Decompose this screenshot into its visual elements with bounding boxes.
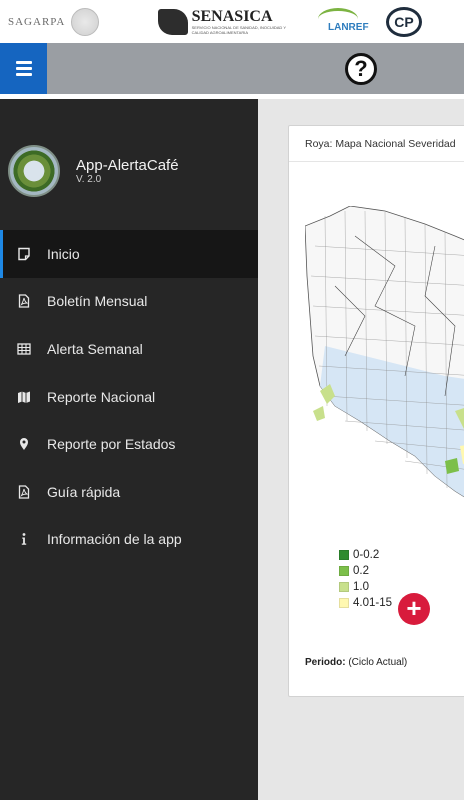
pdf-icon [0, 294, 47, 309]
app-header: App-AlertaCafé V. 2.0 [8, 145, 179, 197]
sidebar-item-guia-rapida[interactable]: Guía rápida [0, 468, 258, 516]
severity-map [305, 206, 464, 498]
sidebar-item-alerta-semanal[interactable]: Alerta Semanal [0, 325, 258, 373]
app-title: App-AlertaCafé [76, 157, 179, 174]
sidebar-item-label: Reporte Nacional [47, 388, 156, 405]
logos-banner: SAGARPA SENASICA SERVICIO NACIONAL DE SA… [0, 0, 464, 43]
zoom-in-button[interactable]: + [398, 593, 430, 625]
cp-wordmark: CP [394, 13, 414, 30]
sidebar-item-label: Guía rápida [47, 483, 121, 500]
legend-swatch [339, 566, 349, 576]
table-icon [0, 342, 47, 356]
sidebar-item-informacion[interactable]: Información de la app [0, 516, 258, 564]
info-icon [0, 532, 47, 546]
map-marker-icon [0, 437, 47, 451]
senasica-subtitle: SERVICIO NACIONAL DE SANIDAD, INOCUIDAD … [191, 24, 286, 35]
map-card: Roya: Mapa Nacional Severidad 0-0.2 0.2 … [288, 125, 464, 697]
sagarpa-wordmark: SAGARPA [8, 15, 66, 28]
legend-item: 0-0.2 [339, 547, 392, 563]
legend-swatch [339, 582, 349, 592]
lanref-wordmark: LANREF [328, 21, 369, 33]
legend-label: 4.01-15 [353, 597, 393, 609]
app-logo-icon [8, 145, 60, 197]
sidebar-nav: Inicio Boletín Mensual Alerta Semanal Re… [0, 230, 258, 563]
sidebar-item-label: Inicio [47, 245, 80, 262]
pdf-icon [0, 485, 47, 499]
sidebar-item-boletin-mensual[interactable]: Boletín Mensual [0, 278, 258, 326]
main-content: Roya: Mapa Nacional Severidad 0-0.2 0.2 … [258, 99, 464, 800]
sidebar-item-label: Boletín Mensual [47, 293, 148, 310]
app-version: V. 2.0 [76, 174, 102, 185]
legend-label: 0.2 [353, 565, 369, 577]
period-label: Periodo: [305, 657, 346, 668]
legend-item: 0.2 [339, 563, 392, 579]
hamburger-icon [15, 58, 32, 79]
help-button[interactable]: ? [345, 53, 377, 85]
note-icon [0, 247, 47, 261]
cp-logo: CP [386, 6, 422, 37]
legend-label: 1.0 [353, 581, 369, 593]
legend-swatch [339, 550, 349, 560]
period-info: Periodo: (Ciclo Actual) [305, 657, 407, 668]
sidebar-item-label: Información de la app [47, 531, 182, 548]
legend-item: 1.0 [339, 579, 392, 595]
legend-label: 0-0.2 [353, 549, 380, 561]
toolbar: ? [0, 43, 464, 94]
card-title: Roya: Mapa Nacional Severidad [289, 126, 464, 162]
map-icon [0, 390, 47, 404]
senasica-emblem-icon [158, 8, 188, 35]
mexico-seal-icon [71, 7, 100, 36]
senasica-wordmark: SENASICA [191, 7, 273, 25]
sidebar: App-AlertaCafé V. 2.0 Inicio Boletín Men… [0, 99, 258, 800]
senasica-logo: SENASICA SERVICIO NACIONAL DE SANIDAD, I… [158, 7, 304, 35]
plus-icon: + [406, 593, 422, 623]
period-value: (Ciclo Actual) [348, 657, 408, 668]
sagarpa-logo: SAGARPA [8, 7, 150, 36]
help-icon: ? [354, 56, 368, 81]
sidebar-item-reporte-nacional[interactable]: Reporte Nacional [0, 373, 258, 421]
sidebar-item-reporte-por-estados[interactable]: Reporte por Estados [0, 420, 258, 468]
legend-item: 4.01-15 [339, 595, 392, 611]
legend-swatch [339, 598, 349, 608]
map-legend: 0-0.2 0.2 1.0 4.01-15 [339, 547, 392, 611]
sidebar-item-inicio[interactable]: Inicio [0, 230, 258, 278]
sidebar-item-label: Alerta Semanal [47, 340, 143, 357]
lanref-logo: LANREF [312, 6, 378, 38]
menu-toggle-button[interactable] [0, 43, 47, 94]
sidebar-item-label: Reporte por Estados [47, 436, 176, 453]
